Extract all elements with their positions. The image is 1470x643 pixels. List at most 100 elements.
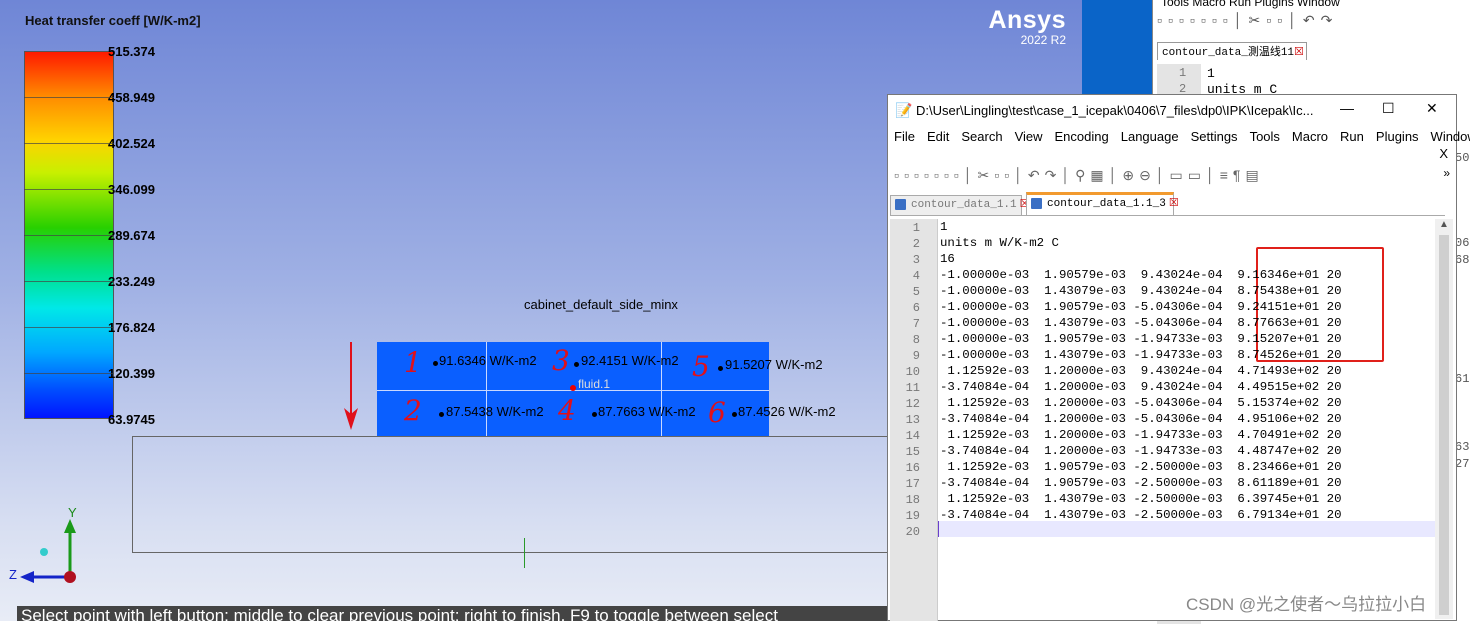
bg-edge-fragment [1455,303,1469,320]
window-title: D:\User\Lingling\test\case_1_icepak\0406… [916,103,1314,118]
scroll-thumb[interactable] [1439,235,1449,615]
brand-version: 2022 R2 [1020,33,1066,47]
save-icon [895,199,906,210]
bg-edge-fragment [1455,320,1469,337]
close-button[interactable]: ✕ [1426,100,1438,117]
bg-edge-fragment: 06 [1455,236,1470,250]
bg-edge-fragment: 63 [1455,440,1470,454]
status-bar: Select point with left button; middle to… [17,606,901,621]
line-number: 17 [905,477,920,491]
editor-line: -3.74084e-04 1.43079e-03 -2.50000e-03 6.… [940,508,1342,522]
line-number: 9 [912,349,920,363]
legend-value-label: 63.9745 [108,412,155,427]
menu-item-run[interactable]: Run [1340,129,1364,144]
close-icon[interactable]: ☒ [1169,198,1179,210]
legend-value-label: 176.824 [108,320,155,335]
notepad-app-icon: 📝 [895,102,913,118]
editor-line: -1.00000e-03 1.90579e-03 -1.94733e-03 9.… [940,332,1342,346]
bg-edge-fragment [1455,558,1469,575]
editor-line: -3.74084e-04 1.90579e-03 -2.50000e-03 8.… [940,476,1342,490]
line-number: 19 [905,509,920,523]
red-arrow-icon [344,342,358,430]
menu-item-window[interactable]: Window [1431,129,1470,144]
legend-value-label: 120.399 [108,366,155,381]
editor-line: 1.12592e-03 1.20000e-03 -5.04306e-04 5.1… [940,396,1342,410]
point-number-3: 3 [552,344,570,377]
z-axis-label: Z [9,567,17,582]
bg-line-text: 1 [1207,66,1215,81]
line-number: 6 [912,301,920,315]
probe-point-6[interactable] [732,412,737,417]
tab-contour-data-1[interactable]: contour_data_1.1 ☒ [890,195,1030,215]
menu-bar: File Edit Search View Encoding Language Settin… [894,127,1470,146]
line-number: 1 [912,221,920,235]
point-value-3: 92.4151 W/K-m2 [581,353,679,368]
probe-point-3[interactable] [574,362,579,367]
menu-item-encoding[interactable]: Encoding [1055,129,1109,144]
ansys-logo: Ansys 2022 R2 [988,6,1066,47]
menu-item-language[interactable]: Language [1121,129,1179,144]
bg-toolbar[interactable]: ▫▫▫▫▫▫▫│✂▫▫│↶↷ [1157,12,1467,36]
legend-value-label: 233.249 [108,274,155,289]
editor-line: -3.74084e-04 1.20000e-03 -1.94733e-03 4.… [940,444,1342,458]
probe-point-5[interactable] [718,366,723,371]
bg-line-number: 1 [1179,66,1187,80]
legend-tick [24,281,114,282]
bg-tab[interactable]: contour_data_測温线11☒ [1157,42,1307,60]
minimize-button[interactable]: — [1340,100,1354,116]
bg-edge-fragment: 50 [1455,151,1470,165]
probe-point-2[interactable] [439,412,444,417]
menu-item-edit[interactable]: Edit [927,129,949,144]
object-label: cabinet_default_side_minx [524,297,678,312]
editor-line: 1.12592e-03 1.90579e-03 -2.50000e-03 8.2… [940,460,1342,474]
menu-item-settings[interactable]: Settings [1191,129,1238,144]
line-number: 10 [905,365,920,379]
close-document-button[interactable]: X [1439,146,1448,161]
maximize-button[interactable]: ☐ [1382,100,1395,117]
editor-line: 1.12592e-03 1.20000e-03 9.43024e-04 4.71… [940,364,1342,378]
bg-edge-fragment [1455,541,1469,558]
legend-tick [24,189,114,190]
title-bar[interactable]: 📝 D:\User\Lingling\test\case_1_icepak\04… [888,95,1456,125]
menu-item-file[interactable]: File [894,129,915,144]
axis-triad-icon: Y Z [9,505,77,583]
line-number: 4 [912,269,920,283]
close-icon[interactable]: ☒ [1294,47,1304,59]
editor-line: units m W/K-m2 C [940,236,1059,250]
line-number: 8 [912,333,920,347]
bg-edge-fragment [1455,575,1469,592]
bg-edge-fragment [1455,167,1469,184]
line-number: 20 [905,525,920,539]
bg-tab-label: contour_data_測温线11 [1162,47,1295,59]
tab-contour-data-2[interactable]: contour_data_1.1_3 ☒ [1026,192,1179,215]
menu-item-plugins[interactable]: Plugins [1376,129,1419,144]
bg-edge-fragment [1455,286,1469,303]
legend-tick [24,143,114,144]
bg-edge-fragment [1455,626,1469,643]
menu-item-search[interactable]: Search [961,129,1002,144]
legend-value-label: 346.099 [108,182,155,197]
scroll-up-icon[interactable]: ▲ [1439,219,1449,230]
toolbar-overflow-icon[interactable]: » [1443,166,1450,180]
notepad-window[interactable]: 📝 D:\User\Lingling\test\case_1_icepak\04… [887,94,1470,621]
menu-item-view[interactable]: View [1015,129,1043,144]
toolbar[interactable]: ▫▫▫▫▫▫▫│✂▫▫│↶↷│⚲▦│⊕⊖│▭▭│≡¶▤ [894,167,1439,189]
line-number: 15 [905,445,920,459]
bg-menu-bar[interactable]: Tools Macro Run Plugins Window [1161,0,1340,9]
line-number: 13 [905,413,920,427]
probe-point-1[interactable] [433,361,438,366]
point-value-2: 87.5438 W/K-m2 [446,404,544,419]
tab-bar: contour_data_1.1 ☒ contour_data_1.1_3 ☒ [890,192,1445,216]
vertical-scrollbar[interactable]: ▲ [1435,219,1453,619]
probe-point-4[interactable] [592,412,597,417]
cabinet-outline [132,436,892,553]
bg-edge-fragment [1455,269,1469,286]
point-number-2: 2 [404,394,422,427]
watermark: CSDN @光之使者～乌拉拉小白 [1186,595,1427,614]
line-number: 12 [905,397,920,411]
editor-line: -1.00000e-03 1.43079e-03 9.43024e-04 8.7… [940,284,1342,298]
menu-item-macro[interactable]: Macro [1292,129,1328,144]
bg-edge-fragment [1455,405,1469,422]
text-editor[interactable]: 1 2 3 4 5 6 7 8 9 10 11 12 13 14 15 16 17 18 19 20 1 units m… [890,219,1440,621]
menu-item-tools[interactable]: Tools [1250,129,1280,144]
